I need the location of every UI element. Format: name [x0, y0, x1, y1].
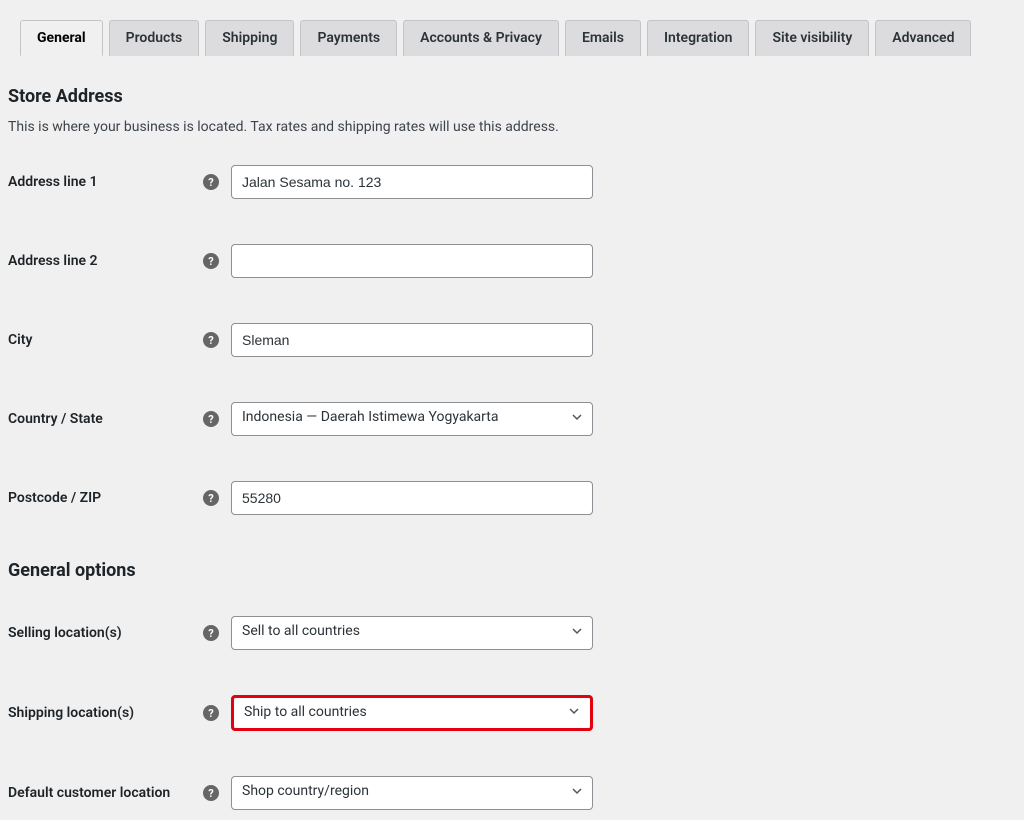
help-icon[interactable]: ? [203, 411, 219, 427]
row-shipping-location: Shipping location(s) ? Ship to all count… [8, 695, 1016, 731]
label-shipping-location: Shipping location(s) [8, 705, 203, 721]
highlighted-shipping-select: Ship to all countries [231, 695, 593, 731]
label-selling-location: Selling location(s) [8, 625, 203, 641]
input-address1[interactable] [231, 165, 593, 199]
settings-content: Store Address This is where your busines… [0, 56, 1024, 810]
select-country[interactable]: Indonesia — Daerah Istimewa Yogyakarta [231, 402, 593, 436]
tab-integration[interactable]: Integration [647, 20, 749, 56]
row-address1: Address line 1 ? [8, 165, 1016, 199]
row-country: Country / State ? Indonesia — Daerah Ist… [8, 402, 1016, 436]
select-default-location[interactable]: Shop country/region [231, 776, 593, 810]
row-selling-location: Selling location(s) ? Sell to all countr… [8, 616, 1016, 650]
label-country: Country / State [8, 411, 203, 427]
label-address2: Address line 2 [8, 253, 203, 269]
tab-site-visibility[interactable]: Site visibility [755, 20, 869, 56]
store-address-title: Store Address [8, 86, 1016, 107]
row-address2: Address line 2 ? [8, 244, 1016, 278]
select-shipping-location[interactable]: Ship to all countries [234, 698, 590, 728]
tab-accounts-privacy[interactable]: Accounts & Privacy [403, 20, 559, 56]
input-city[interactable] [231, 323, 593, 357]
store-address-desc: This is where your business is located. … [8, 119, 1016, 135]
help-icon[interactable]: ? [203, 705, 219, 721]
help-icon[interactable]: ? [203, 253, 219, 269]
help-icon[interactable]: ? [203, 490, 219, 506]
help-icon[interactable]: ? [203, 625, 219, 641]
tab-emails[interactable]: Emails [565, 20, 641, 56]
tab-products[interactable]: Products [109, 20, 200, 56]
label-city: City [8, 332, 203, 348]
row-default-location: Default customer location ? Shop country… [8, 776, 1016, 810]
select-selling-location[interactable]: Sell to all countries [231, 616, 593, 650]
general-options-title: General options [8, 560, 1016, 581]
help-icon[interactable]: ? [203, 174, 219, 190]
tab-advanced[interactable]: Advanced [875, 20, 971, 56]
tab-general[interactable]: General [20, 20, 103, 56]
settings-tabs: GeneralProductsShippingPaymentsAccounts … [0, 0, 1024, 56]
label-address1: Address line 1 [8, 174, 203, 190]
label-default-location: Default customer location [8, 785, 203, 801]
row-postcode: Postcode / ZIP ? [8, 481, 1016, 515]
row-city: City ? [8, 323, 1016, 357]
tab-shipping[interactable]: Shipping [205, 20, 294, 56]
input-postcode[interactable] [231, 481, 593, 515]
label-postcode: Postcode / ZIP [8, 490, 203, 506]
tab-payments[interactable]: Payments [300, 20, 397, 56]
help-icon[interactable]: ? [203, 785, 219, 801]
help-icon[interactable]: ? [203, 332, 219, 348]
input-address2[interactable] [231, 244, 593, 278]
